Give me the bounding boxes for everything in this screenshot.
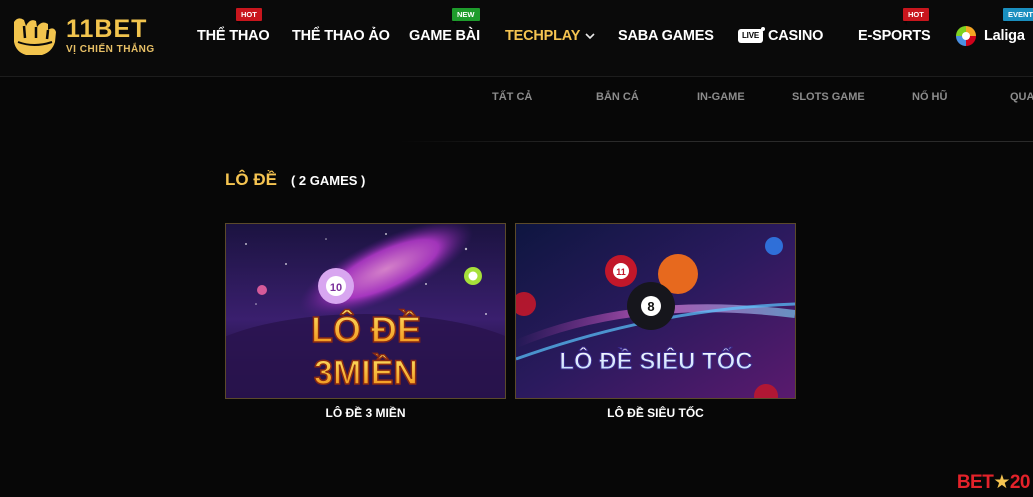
game-thumbnail: 11 8 LÔ ĐỀ SIÊU TỐC: [516, 224, 795, 398]
divider: [400, 141, 1033, 142]
top-header: 11BET VỊ CHIẾN THẮNG THỂ THAO HOT THỂ TH…: [0, 0, 1033, 77]
art-title: LÔ ĐỀ SIÊU TỐC: [559, 347, 752, 375]
game-count: ( 2 GAMES ): [290, 173, 366, 188]
nav-item-the-thao[interactable]: THỂ THAO: [197, 25, 270, 47]
game-thumbnail: 10 LÔ ĐỀ 3MIỀN: [226, 224, 505, 398]
section-header: LÔ ĐỀ ( 2 GAMES ): [225, 170, 365, 190]
laliga-icon: [956, 26, 976, 46]
nav-label: SABA GAMES: [618, 28, 714, 44]
hot-badge: HOT: [903, 8, 929, 25]
page: 11BET VỊ CHIẾN THẮNG THỂ THAO HOT THỂ TH…: [0, 0, 1033, 497]
event-badge: EVENT: [1003, 8, 1033, 25]
watermark-text: BET: [956, 472, 994, 493]
nav-label: THỂ THAO ẢO: [292, 28, 390, 44]
ball-number: 10: [330, 282, 342, 294]
nav-item-e-sports[interactable]: E-SPORTS: [858, 25, 931, 47]
live-badge: LIVE: [738, 27, 765, 43]
category-tabs: TẤT CẢ BẮN CÁ IN-GAME SLOTS GAME NỔ HŨ Q…: [0, 77, 1033, 121]
art-title-line-2: 3MIỀN: [314, 354, 418, 392]
star-icon: ★: [993, 472, 1010, 493]
ball-number: 8: [647, 299, 654, 314]
nav-label: Laliga: [984, 28, 1025, 44]
ball-number: 11: [616, 267, 626, 277]
nav-item-the-thao-ao[interactable]: THỂ THAO ẢO: [292, 25, 390, 47]
nav-item-saba-games[interactable]: SABA GAMES: [618, 25, 714, 47]
game-card-lo-de-3-mien[interactable]: 10 LÔ ĐỀ 3MIỀN: [225, 223, 506, 399]
chevron-down-icon: [585, 33, 595, 40]
tab-slots-game[interactable]: SLOTS GAME: [792, 91, 865, 103]
nav-label: GAME BÀI: [409, 28, 480, 44]
nav-item-techplay[interactable]: TECHPLAY: [505, 25, 595, 47]
bet20-watermark: BET★20: [956, 471, 1031, 494]
new-badge: NEW: [452, 8, 480, 25]
tab-no-hu[interactable]: NỔ HŨ: [912, 91, 947, 103]
game-name[interactable]: LÔ ĐỀ SIÊU TỐC: [515, 406, 796, 420]
nav-item-laliga[interactable]: Laliga: [955, 25, 1025, 47]
art-title-line-1: LÔ ĐỀ: [311, 308, 421, 350]
section-title: LÔ ĐỀ: [225, 170, 277, 189]
nav-label: THỂ THAO: [197, 28, 270, 44]
nav-label: E-SPORTS: [858, 28, 931, 44]
tab-quay[interactable]: QUAY: [1010, 91, 1033, 103]
tab-ban-ca[interactable]: BẮN CÁ: [596, 91, 639, 103]
game-name[interactable]: LÔ ĐỀ 3 MIỀN: [225, 406, 506, 420]
watermark-text: 20: [1009, 472, 1031, 493]
game-card-lo-de-sieu-toc[interactable]: 11 8 LÔ ĐỀ SIÊU TỐC: [515, 223, 796, 399]
nav-item-casino[interactable]: LIVE CASINO: [738, 25, 823, 47]
nav-label: TECHPLAY: [505, 28, 581, 44]
main-nav: THỂ THAO HOT THỂ THAO ẢO GAME BÀI NEW TE…: [0, 0, 1033, 70]
tab-tat-ca[interactable]: TẤT CẢ: [492, 91, 532, 103]
nav-label: CASINO: [767, 28, 824, 44]
nav-item-game-bai[interactable]: GAME BÀI: [409, 25, 480, 47]
hot-badge: HOT: [236, 8, 262, 25]
tab-in-game[interactable]: IN-GAME: [697, 91, 745, 103]
